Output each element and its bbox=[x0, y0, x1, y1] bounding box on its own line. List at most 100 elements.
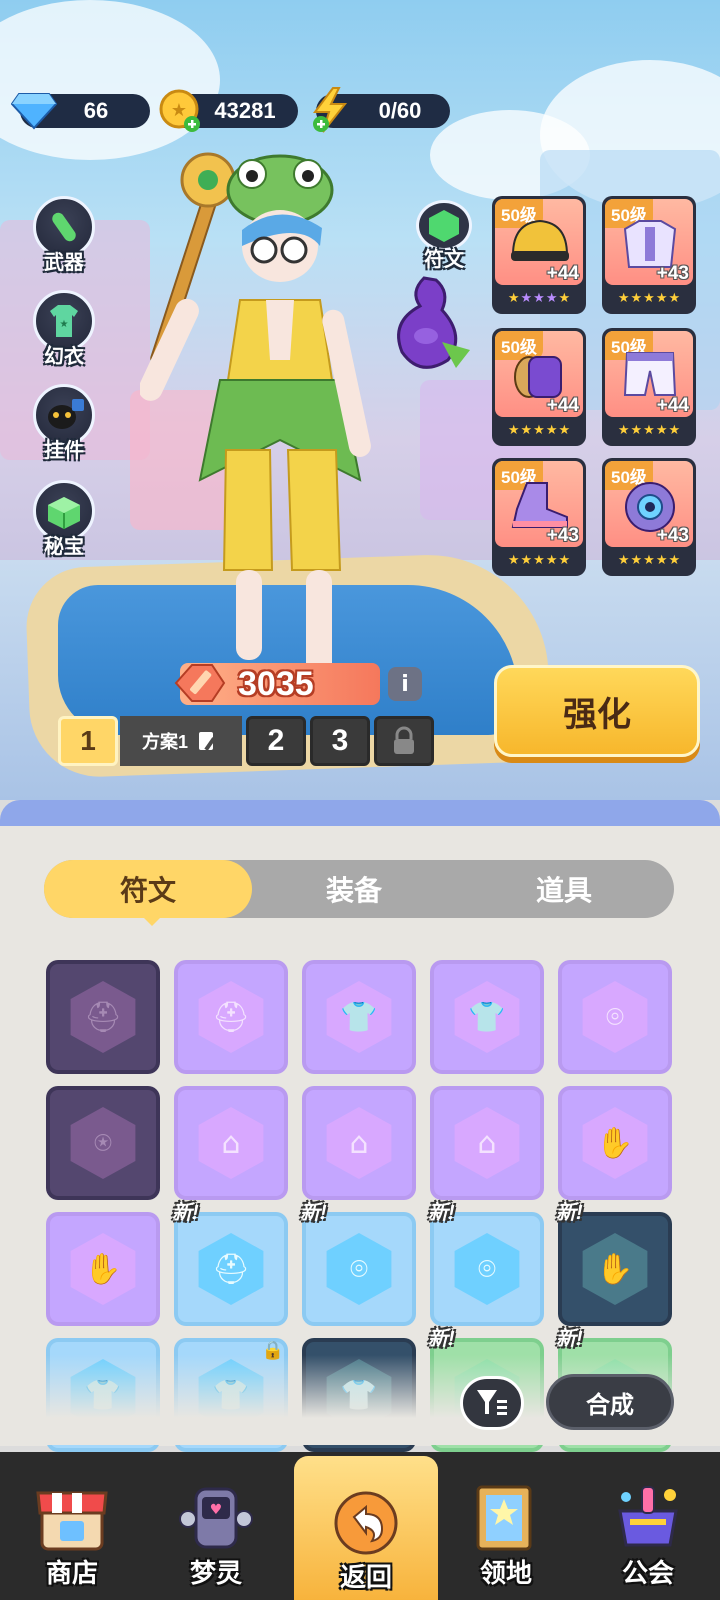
rune-gem: ⛑ bbox=[178, 964, 284, 1070]
rune-slot-boots[interactable]: ⌂ bbox=[174, 1086, 288, 1200]
plan-name: 方案1 bbox=[141, 732, 188, 752]
rune-slot-glove[interactable]: ✋ bbox=[46, 1212, 160, 1326]
rune-gem: 👕 bbox=[306, 964, 412, 1070]
lock-icon bbox=[394, 726, 414, 754]
treasure-button[interactable]: 秘宝 bbox=[24, 480, 104, 564]
helmet-icon: ⛑ bbox=[211, 999, 251, 1035]
glove-icon: ✋ bbox=[596, 1125, 634, 1161]
helmet-icon bbox=[511, 219, 569, 261]
rune-slot-helmet[interactable]: ⛑ bbox=[174, 960, 288, 1074]
equipment-plus: +43 bbox=[656, 263, 689, 284]
combat-power-value: 3035 bbox=[238, 664, 314, 703]
plan-locked-button[interactable] bbox=[374, 716, 434, 766]
equipment-boots[interactable]: 50级 +43 ★ ★ ★ ★ ★ bbox=[492, 458, 586, 576]
nav-spirit[interactable]: ♥ 梦灵 bbox=[144, 1452, 288, 1600]
rune-slot-boots[interactable]: ⌂ bbox=[430, 1086, 544, 1200]
equipment-helmet[interactable]: 50级 +44 ★ ★ ★ ★ ★ bbox=[492, 196, 586, 314]
nav-back-label: 返回 bbox=[339, 1563, 392, 1593]
rune-slot-bracer[interactable]: ⌾ bbox=[558, 960, 672, 1074]
rune-gem: ✋ bbox=[50, 1216, 156, 1322]
weapon-button[interactable]: 武器 bbox=[24, 196, 104, 280]
energy-value: 0/60 bbox=[378, 98, 422, 123]
filter-button[interactable] bbox=[460, 1376, 524, 1430]
new-badge: 新! bbox=[428, 1328, 455, 1350]
plan-3-number: 3 bbox=[331, 724, 349, 757]
new-badge: 新! bbox=[172, 1202, 199, 1224]
equipment-stars: ★ ★ ★ ★ ★ bbox=[507, 552, 571, 568]
nav-back[interactable]: 返回 bbox=[294, 1456, 438, 1600]
rune-slot-armor[interactable]: 👕 bbox=[430, 960, 544, 1074]
helmet-rune-icon: ⛑ bbox=[198, 1233, 264, 1305]
nav-guild[interactable]: 公会 bbox=[576, 1452, 720, 1600]
rune-button[interactable]: 符文 bbox=[408, 200, 480, 272]
plan-1-button[interactable]: 1 bbox=[58, 716, 118, 766]
tab-items-label: 道具 bbox=[535, 874, 592, 907]
new-badge: 新! bbox=[556, 1202, 583, 1224]
equipment-pants[interactable]: 50级 +44 ★ ★ ★ ★ ★ bbox=[602, 328, 696, 446]
rune-slot-boots[interactable]: ⌂ bbox=[302, 1086, 416, 1200]
new-badge: 新! bbox=[556, 1328, 583, 1350]
rune-gem: ⌾ bbox=[434, 1216, 540, 1322]
svg-text:★: ★ bbox=[171, 100, 187, 121]
info-button[interactable]: i bbox=[388, 667, 422, 701]
energy-add-icon[interactable] bbox=[308, 86, 354, 134]
equipment-plus: +44 bbox=[546, 395, 579, 416]
nav-shop-label: 商店 bbox=[45, 1559, 98, 1589]
guild-icon bbox=[618, 1486, 678, 1547]
rune-gem: ⌾ bbox=[306, 1216, 412, 1322]
equipment-bracer[interactable]: 50级 +44 ★ ★ ★ ★ ★ bbox=[492, 328, 586, 446]
rune-slot-pants[interactable]: ⍟ bbox=[46, 1086, 160, 1200]
helmet-rune-icon: ⛑ bbox=[70, 981, 136, 1053]
plan-1-number: 1 bbox=[80, 725, 96, 756]
equipment-plus: +43 bbox=[546, 525, 579, 546]
treasure-label: 秘宝 bbox=[44, 534, 84, 558]
combine-button[interactable]: 合成 bbox=[546, 1374, 674, 1430]
rune-slot-helmet[interactable]: ⛑ bbox=[174, 1212, 288, 1326]
plan-2-number: 2 bbox=[267, 724, 285, 757]
nav-territory[interactable]: 领地 bbox=[434, 1452, 578, 1600]
svg-text:★: ★ bbox=[60, 319, 69, 330]
coin-add-icon[interactable]: ★ bbox=[158, 88, 204, 134]
rune-gem: 👕 bbox=[434, 964, 540, 1070]
filter-icon bbox=[477, 1390, 507, 1415]
bracer-icon: ⌾ bbox=[606, 999, 624, 1035]
rune-slot-glove[interactable]: ✋ bbox=[558, 1212, 672, 1326]
rune-slot-armor[interactable]: 👕 bbox=[302, 960, 416, 1074]
territory-icon bbox=[476, 1485, 532, 1551]
rune-slot-glove[interactable]: ✋ bbox=[558, 1086, 672, 1200]
plan-3-button[interactable]: 3 bbox=[310, 716, 370, 766]
nav-spirit-label: 梦灵 bbox=[189, 1559, 242, 1589]
info-icon: i bbox=[401, 671, 409, 697]
boots-rune-icon: ⌂ bbox=[454, 1107, 520, 1179]
boots-icon: ⌂ bbox=[477, 1125, 497, 1161]
tab-runes-label: 符文 bbox=[119, 874, 176, 907]
combine-label: 合成 bbox=[586, 1390, 634, 1419]
strengthen-button[interactable]: 强化 bbox=[494, 665, 700, 757]
plan-2-button[interactable]: 2 bbox=[246, 716, 306, 766]
tab-items[interactable]: 道具 bbox=[474, 860, 654, 918]
nav-territory-label: 领地 bbox=[479, 1559, 532, 1589]
equipment-plus: +43 bbox=[656, 525, 689, 546]
equipment-orb[interactable]: 50级 +43 ★ ★ ★ ★ ★ bbox=[602, 458, 696, 576]
tab-equipment[interactable]: 装备 bbox=[264, 860, 444, 918]
gems-value: 66 bbox=[83, 98, 109, 123]
pendant-button[interactable]: 挂件 bbox=[24, 384, 104, 468]
equipment-stars: ★ ★ ★ ★ ★ bbox=[617, 552, 681, 568]
rune-grid: ⛑⛑👕👕⌾⍟⌂⌂⌂✋✋⛑新!⌾新!⌾新!✋新!👕👕🔒👕👕新!👕新! bbox=[44, 958, 674, 1452]
tab-runes[interactable]: 符文 bbox=[44, 860, 252, 918]
nav-guild-label: 公会 bbox=[621, 1559, 674, 1589]
edit-icon bbox=[199, 732, 216, 751]
rune-gem: ⛑ bbox=[178, 1216, 284, 1322]
equipment-armor[interactable]: 50级 +43 ★ ★ ★ ★ ★ bbox=[602, 196, 696, 314]
rune-slot-bracer[interactable]: ⌾ bbox=[302, 1212, 416, 1326]
rune-slot-helmet[interactable]: ⛑ bbox=[46, 960, 160, 1074]
bracer-rune-icon: ⌾ bbox=[582, 981, 648, 1053]
nav-shop[interactable]: 商店 bbox=[0, 1452, 144, 1600]
helmet-icon: ⛑ bbox=[83, 999, 123, 1035]
boots-rune-icon: ⌂ bbox=[326, 1107, 392, 1179]
rune-label: 符文 bbox=[424, 247, 464, 271]
rune-slot-bracer[interactable]: ⌾ bbox=[430, 1212, 544, 1326]
active-tab-pointer bbox=[140, 914, 164, 926]
costume-button[interactable]: ★ 幻衣 bbox=[24, 290, 104, 374]
plan-rename-button[interactable]: 方案1 bbox=[120, 716, 242, 766]
